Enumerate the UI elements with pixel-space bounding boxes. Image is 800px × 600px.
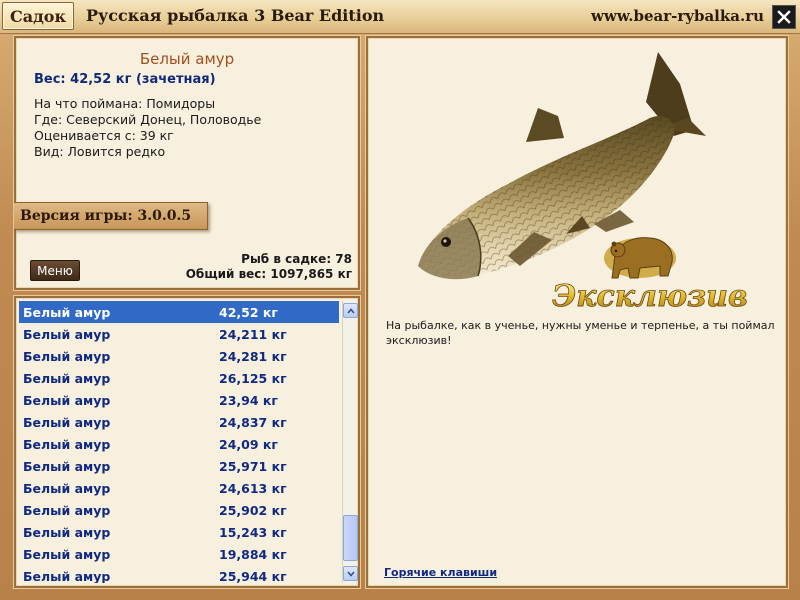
value-line: Оценивается с: 39 кг: [34, 128, 174, 143]
catch-message: На рыбалке, как в ученье, нужны уменье и…: [386, 319, 775, 347]
hotkeys-link[interactable]: Горячие клавиши: [384, 566, 497, 579]
list-scrollbar[interactable]: [342, 301, 358, 583]
chevron-up-icon: [346, 307, 355, 314]
catch-list-row[interactable]: Белый амур 23,94 кг: [19, 389, 339, 411]
catch-list-row[interactable]: Белый амур 24,281 кг: [19, 345, 339, 367]
keepnet-stats: Рыб в садке: 78 Общий вес: 1097,865 кг: [186, 252, 352, 282]
catch-fish-weight: 26,125 кг: [219, 370, 287, 386]
fish-details: На что поймана: Помидоры Где: Северский …: [34, 96, 261, 160]
place-line: Где: Северский Донец, Половодье: [34, 112, 262, 127]
catch-fish-weight: 24,613 кг: [219, 480, 287, 496]
fish-info-panel: Белый амур Вес: 42,52 кг (зачетная) На ч…: [14, 36, 360, 290]
chevron-down-icon: [346, 570, 355, 577]
catch-list[interactable]: Белый амур 42,52 кг Белый амур 24,211 кг Бел…: [19, 301, 339, 583]
catch-fish-weight: 24,211 кг: [219, 326, 287, 342]
catch-fish-weight: 15,243 кг: [219, 524, 287, 540]
catch-fish-name: Белый амур: [23, 480, 111, 496]
fish-name: Белый амур: [139, 50, 235, 68]
catch-list-row[interactable]: Белый амур 24,613 кг: [19, 477, 339, 499]
sadok-button[interactable]: Садок: [2, 2, 74, 30]
catch-fish-weight: 24,09 кг: [219, 436, 278, 452]
catch-fish-weight: 24,837 кг: [219, 414, 287, 430]
catch-list-row[interactable]: Белый амур 25,944 кг: [19, 565, 339, 584]
catch-list-row[interactable]: Белый амур 24,211 кг: [19, 323, 339, 345]
catch-list-panel: Белый амур 42,52 кг Белый амур 24,211 кг Бел…: [14, 296, 360, 588]
catch-list-row[interactable]: Белый амур 24,09 кг: [19, 433, 339, 455]
catch-list-row[interactable]: Белый амур 42,52 кг: [19, 301, 339, 323]
scroll-thumb[interactable]: [343, 515, 358, 561]
fish-weight: Вес: 42,52 кг (зачетная): [34, 72, 216, 87]
fish-detail-panel: Эксклюзив На рыбалке, как в ученье, нужн…: [366, 36, 788, 588]
catch-fish-name: Белый амур: [23, 348, 111, 364]
catch-fish-name: Белый амур: [23, 524, 111, 540]
fish-count: Рыб в садке: 78: [241, 252, 352, 266]
close-button[interactable]: [772, 5, 796, 29]
exclusive-label: Эксклюзив: [552, 279, 747, 314]
catch-fish-weight: 25,971 кг: [219, 458, 287, 474]
bait-line: На что поймана: Помидоры: [34, 96, 216, 111]
catch-fish-name: Белый амур: [23, 458, 111, 474]
catch-fish-name: Белый амур: [23, 304, 111, 320]
catch-fish-weight: 42,52 кг: [219, 304, 278, 320]
catch-list-row[interactable]: Белый амур 25,971 кг: [19, 455, 339, 477]
catch-fish-weight: 19,884 кг: [219, 546, 287, 562]
menu-button[interactable]: Меню: [30, 260, 80, 281]
site-url[interactable]: www.bear-rybalka.ru: [591, 7, 764, 25]
app-title: Русская рыбалка 3 Bear Edition: [86, 6, 385, 25]
catch-fish-name: Белый амур: [23, 502, 111, 518]
catch-list-row[interactable]: Белый амур 19,884 кг: [19, 543, 339, 565]
catch-list-row[interactable]: Белый амур 15,243 кг: [19, 521, 339, 543]
catch-fish-weight: 25,944 кг: [219, 568, 287, 584]
catch-list-row[interactable]: Белый амур 25,902 кг: [19, 499, 339, 521]
game-version-badge: Версия игры: 3.0.0.5: [14, 202, 208, 230]
catch-fish-name: Белый амур: [23, 436, 111, 452]
title-bar: Садок Русская рыбалка 3 Bear Edition www…: [0, 0, 800, 34]
catch-fish-name: Белый амур: [23, 414, 111, 430]
catch-list-row[interactable]: Белый амур 24,837 кг: [19, 411, 339, 433]
catch-fish-name: Белый амур: [23, 568, 111, 584]
bear-emblem-icon: [604, 237, 676, 279]
scroll-up-button[interactable]: [343, 303, 358, 318]
fish-image: Эксклюзив: [418, 52, 748, 314]
catch-fish-weight: 24,281 кг: [219, 348, 287, 364]
close-icon: [777, 10, 791, 24]
total-weight: Общий вес: 1097,865 кг: [185, 267, 352, 281]
catch-fish-name: Белый амур: [23, 326, 111, 342]
catch-fish-name: Белый амур: [23, 546, 111, 562]
catch-fish-name: Белый амур: [23, 392, 111, 408]
catch-fish-weight: 23,94 кг: [219, 392, 278, 408]
scroll-down-button[interactable]: [343, 566, 358, 581]
kind-line: Вид: Ловится редко: [34, 144, 166, 159]
catch-list-row[interactable]: Белый амур 26,125 кг: [19, 367, 339, 389]
catch-fish-name: Белый амур: [23, 370, 111, 386]
catch-fish-weight: 25,902 кг: [219, 502, 287, 518]
